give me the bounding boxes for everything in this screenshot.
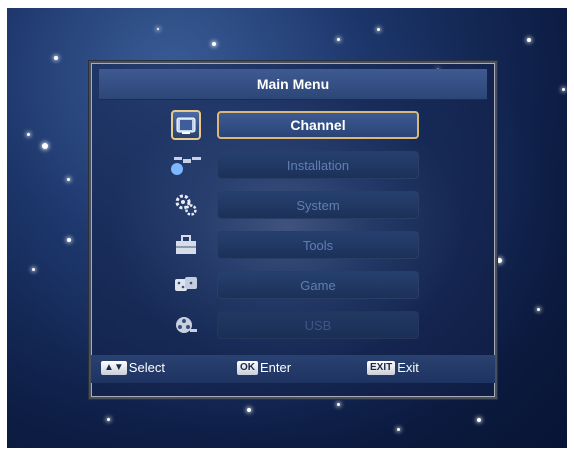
tv-icon <box>171 110 201 140</box>
game-button[interactable]: Game <box>217 271 419 299</box>
tv-screen: Main Menu Channel Installation System To… <box>7 8 567 448</box>
star <box>67 238 71 242</box>
tools-button[interactable]: Tools <box>217 231 419 259</box>
star <box>67 178 70 181</box>
star <box>377 28 380 31</box>
footer-hints: ▲▼ Select OK Enter EXIT Exit <box>91 355 495 383</box>
menu-item-game[interactable]: Game <box>91 270 495 300</box>
film-reel-icon <box>169 310 203 340</box>
gears-icon <box>169 190 203 220</box>
enter-hint-label: Enter <box>260 360 292 375</box>
star <box>397 428 400 431</box>
menu-item-installation[interactable]: Installation <box>91 150 495 180</box>
star <box>337 38 340 41</box>
star <box>54 56 58 60</box>
up-down-key-icon: ▲▼ <box>101 360 127 375</box>
installation-button[interactable]: Installation <box>217 151 419 179</box>
toolbox-icon <box>169 230 203 260</box>
dice-icon <box>169 270 203 300</box>
star <box>107 418 110 421</box>
star <box>32 268 35 271</box>
enter-hint: OK Enter <box>237 360 291 375</box>
main-menu-dialog: Main Menu Channel Installation System To… <box>89 61 497 399</box>
star <box>212 42 216 46</box>
star <box>42 143 48 149</box>
menu-item-tools[interactable]: Tools <box>91 230 495 260</box>
star <box>497 258 502 263</box>
star <box>337 403 340 406</box>
star <box>247 408 251 412</box>
channel-button[interactable]: Channel <box>217 111 419 139</box>
menu-item-usb[interactable]: USB <box>91 310 495 340</box>
satellite-icon <box>169 150 203 180</box>
select-hint: ▲▼ Select <box>101 360 165 375</box>
star <box>477 418 481 422</box>
menu-item-system[interactable]: System <box>91 190 495 220</box>
exit-hint-label: Exit <box>397 360 419 375</box>
star <box>157 28 159 30</box>
exit-hint: EXIT Exit <box>367 360 419 375</box>
star <box>562 88 565 91</box>
usb-button[interactable]: USB <box>217 311 419 339</box>
star <box>527 38 531 42</box>
dialog-title: Main Menu <box>99 69 487 100</box>
star <box>537 308 540 311</box>
system-button[interactable]: System <box>217 191 419 219</box>
star <box>27 133 30 136</box>
menu-item-channel[interactable]: Channel <box>91 110 495 140</box>
exit-key-icon: EXIT <box>367 360 396 375</box>
select-hint-label: Select <box>128 360 165 375</box>
ok-key-icon: OK <box>237 360 258 375</box>
